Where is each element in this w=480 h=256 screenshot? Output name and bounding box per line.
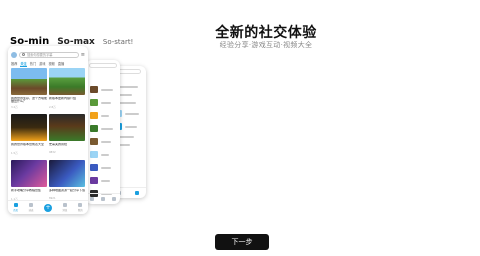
page-title: 全新的社交体验 bbox=[215, 25, 317, 41]
tab-recommend[interactable]: 推荐 bbox=[11, 61, 17, 67]
onboarding-screen: So-min So-max So-start! 全新的社交体验 经验分享·游戏互… bbox=[0, 0, 480, 256]
phone-preview-front: 搜索你想要的字幕 ≡ 推荐 关注 热门 游戏 视频 直播 我的世界生存，这个方块… bbox=[8, 46, 88, 214]
nav-item-home[interactable]: 首页 bbox=[13, 203, 18, 212]
profile-icon bbox=[78, 203, 83, 208]
nav-label: 消息 bbox=[62, 208, 68, 212]
message-icon bbox=[62, 203, 67, 208]
feed-card[interactable]: 史蒂夫的冒险 9832 bbox=[49, 114, 85, 158]
feed-icon bbox=[29, 203, 34, 208]
list-item bbox=[90, 112, 116, 119]
tab-follow[interactable]: 关注 bbox=[20, 61, 27, 67]
search-bar bbox=[89, 63, 117, 68]
nav-icon bbox=[100, 197, 105, 201]
feed-card[interactable]: 我的世界生存，这个方块能做出什么？ 3.2万 bbox=[11, 68, 47, 112]
search-icon bbox=[22, 53, 25, 56]
list-item bbox=[90, 164, 116, 171]
feed-card-title: 新版本更新内容介绍 bbox=[49, 96, 77, 100]
nav-label: 动态 bbox=[28, 208, 34, 212]
tab-live[interactable]: 直播 bbox=[58, 61, 64, 67]
feed-card-meta: 2.8万 bbox=[49, 105, 56, 109]
bottom-nav bbox=[86, 193, 120, 204]
feed-card-title: 新手攻略分享教程合集 bbox=[11, 188, 42, 192]
nav-icon bbox=[89, 197, 94, 201]
nav-icon bbox=[135, 191, 139, 195]
feed-card[interactable]: 多种地图资源一起分享下载 8921 bbox=[49, 160, 85, 204]
feed-card-meta: 3.2万 bbox=[11, 105, 18, 109]
feed-thumbnail bbox=[11, 114, 47, 141]
nav-label: 首页 bbox=[13, 208, 19, 212]
feed-card-meta: 1.5万 bbox=[11, 151, 18, 155]
feed-thumbnail bbox=[11, 68, 47, 95]
app-header: 搜索你想要的字幕 ≡ bbox=[11, 50, 85, 59]
menu-icon[interactable]: ≡ bbox=[81, 52, 85, 58]
nav-item-feed[interactable]: 动态 bbox=[28, 203, 34, 212]
nav-item-profile[interactable]: 我的 bbox=[78, 203, 83, 212]
nav-icon bbox=[112, 197, 117, 201]
search-placeholder: 搜索你想要的字幕 bbox=[27, 53, 53, 57]
feed-card[interactable]: 我的世界版本合成表大全 1.5万 bbox=[11, 114, 47, 158]
mode-tab-so-start[interactable]: So-start! bbox=[103, 38, 134, 46]
nav-item-create[interactable]: + bbox=[43, 203, 52, 212]
feed-card-title: 我的世界生存，这个方块能做出什么？ bbox=[11, 96, 47, 104]
next-button[interactable]: 下一步 bbox=[215, 234, 269, 250]
feed-grid: 我的世界生存，这个方块能做出什么？ 3.2万 新版本更新内容介绍 2.8万 我的… bbox=[11, 68, 85, 204]
nav-label: 我的 bbox=[77, 208, 83, 212]
list-item bbox=[90, 138, 116, 145]
feed-card[interactable]: 新版本更新内容介绍 2.8万 bbox=[49, 68, 85, 112]
avatar[interactable] bbox=[11, 51, 17, 58]
feed-card-title: 我的世界版本合成表大全 bbox=[11, 142, 45, 146]
feed-card-title: 多种地图资源一起分享下载 bbox=[49, 188, 85, 192]
feed-card[interactable]: 新手攻略分享教程合集 1.1万 bbox=[11, 160, 47, 204]
feed-thumbnail bbox=[49, 114, 85, 141]
list-item bbox=[90, 177, 116, 184]
list-item bbox=[90, 151, 116, 158]
search-input[interactable]: 搜索你想要的字幕 bbox=[19, 51, 79, 58]
feed-thumbnail bbox=[11, 160, 47, 187]
phone-preview-back-1 bbox=[86, 60, 120, 204]
list-item bbox=[90, 125, 116, 132]
feed-thumbnail bbox=[49, 68, 85, 95]
tab-video[interactable]: 视频 bbox=[49, 61, 55, 67]
bottom-nav: 首页 动态 + 消息 我的 bbox=[8, 200, 88, 214]
feed-card-title: 史蒂夫的冒险 bbox=[49, 142, 68, 146]
tab-hot[interactable]: 热门 bbox=[30, 61, 36, 67]
feed-thumbnail bbox=[49, 160, 85, 187]
list-item bbox=[90, 99, 116, 106]
category-tabs: 推荐 关注 热门 游戏 视频 直播 bbox=[11, 61, 85, 67]
nav-item-messages[interactable]: 消息 bbox=[62, 203, 68, 212]
tab-games[interactable]: 游戏 bbox=[39, 61, 45, 67]
page-subtitle: 经验分享·游戏互动·视频大全 bbox=[219, 41, 313, 49]
list-item bbox=[90, 86, 116, 93]
feed-card-meta: 9832 bbox=[49, 150, 56, 154]
home-icon bbox=[13, 203, 18, 208]
plus-icon: + bbox=[43, 203, 52, 212]
